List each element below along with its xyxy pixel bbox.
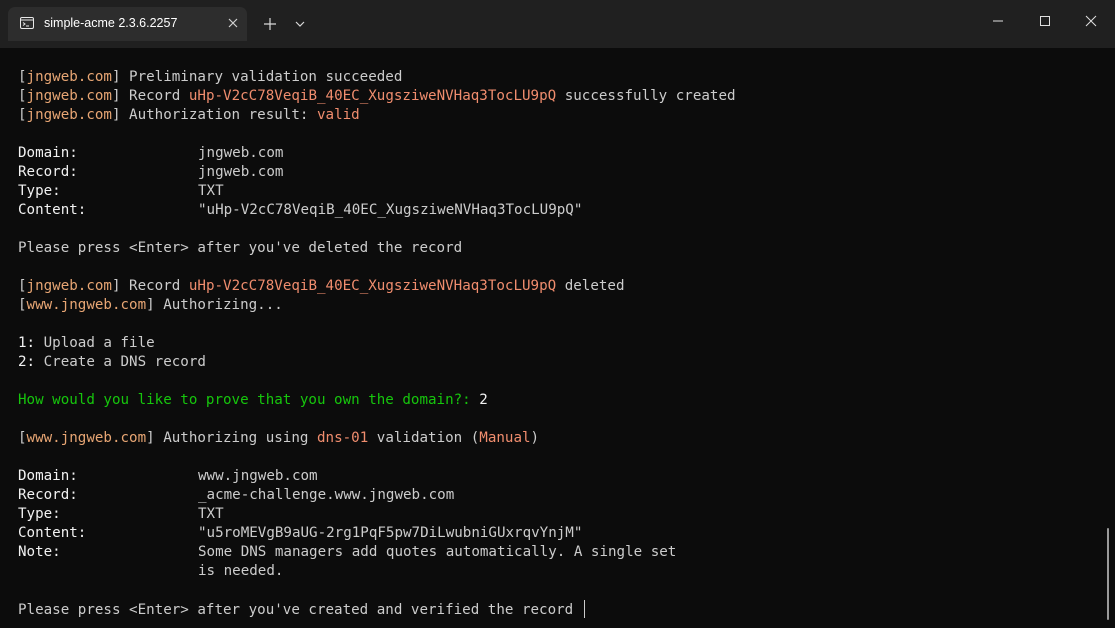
press-enter-prompt: Please press <Enter> after you've delete…: [18, 240, 463, 256]
detail-row: Type: TXT: [18, 506, 224, 522]
terminal-output[interactable]: [jngweb.com] Preliminary validation succ…: [18, 68, 1105, 619]
log-line: [jngweb.com] Preliminary validation succ…: [18, 69, 403, 85]
tab-title: simple-acme 2.3.6.2257: [44, 16, 178, 30]
question-line: How would you like to prove that you own…: [18, 392, 488, 408]
detail-row: Content: "uHp-V2cC78VeqiB_40EC_XugsziweNV…: [18, 202, 583, 218]
detail-row: Type: TXT: [18, 183, 224, 199]
new-tab-icon[interactable]: [262, 16, 278, 32]
log-line: [jngweb.com] Record uHp-V2cC78VeqiB_40EC…: [18, 88, 736, 104]
minimize-icon[interactable]: [985, 10, 1011, 32]
menu-option: 1: Upload a file: [18, 335, 155, 351]
log-line: [www.jngweb.com] Authorizing using dns-0…: [18, 430, 540, 446]
detail-row: Domain: www.jngweb.com: [18, 468, 318, 484]
terminal-tab[interactable]: simple-acme 2.3.6.2257: [8, 7, 247, 41]
detail-row: is needed.: [198, 563, 284, 579]
detail-row: Domain: jngweb.com: [18, 145, 284, 161]
tab-close-icon[interactable]: [226, 16, 240, 30]
menu-option: 2: Create a DNS record: [18, 354, 206, 370]
detail-row: Record: jngweb.com: [18, 164, 284, 180]
log-line: [jngweb.com] Authorization result: valid: [18, 107, 360, 123]
detail-row: Record: _acme-challenge.www.jngweb.com: [18, 487, 455, 503]
detail-row: Content: "u5roMEVgB9aUG-2rg1PqF5pw7DiLwub…: [18, 525, 583, 541]
maximize-icon[interactable]: [1032, 10, 1058, 32]
log-line: [jngweb.com] Record uHp-V2cC78VeqiB_40EC…: [18, 278, 625, 294]
terminal-icon: [20, 17, 34, 29]
text-cursor: [583, 600, 585, 618]
scrollbar[interactable]: [1107, 528, 1109, 620]
chevron-down-icon[interactable]: [292, 16, 308, 32]
title-bar: simple-acme 2.3.6.2257: [0, 0, 1115, 48]
press-enter-prompt: Please press <Enter> after you've create…: [18, 600, 1105, 619]
close-icon[interactable]: [1078, 10, 1104, 32]
detail-row: Note: Some DNS managers add quotes automa…: [18, 544, 677, 560]
log-line: [www.jngweb.com] Authorizing...: [18, 297, 283, 313]
